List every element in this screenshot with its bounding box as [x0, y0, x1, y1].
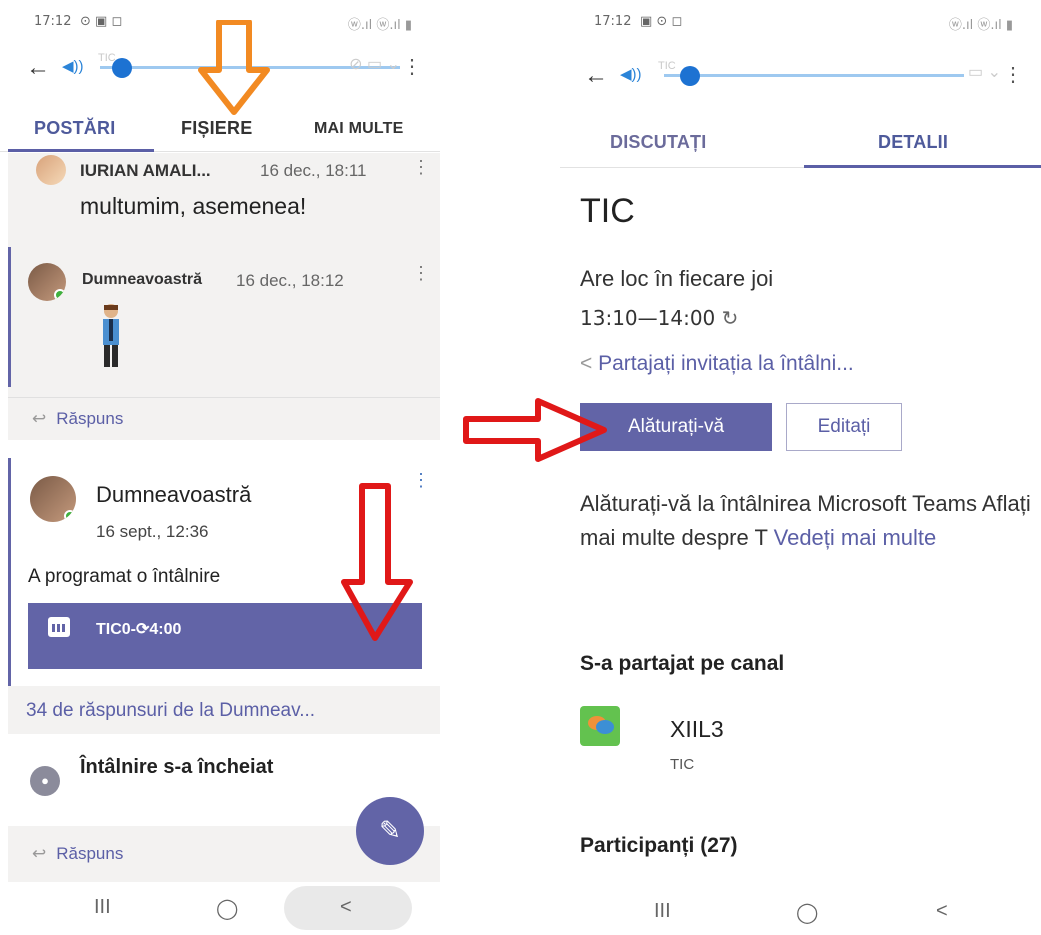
system-nav-bar: III ◯ < — [0, 882, 440, 935]
meeting-title: TIC0-⟳4:00 — [96, 621, 182, 638]
sticker-image — [103, 304, 119, 367]
back-arrow-icon[interactable]: ← — [26, 54, 50, 82]
back-icon[interactable]: < — [936, 900, 948, 923]
status-bar: 17:12 ▣ ⊙ ◻ ⓦ.ıl ⓦ.ıl ▮ — [560, 10, 1041, 33]
thread-1: IURIAN AMALI... 16 dec., 18:11 ⋮ multumi… — [8, 153, 440, 440]
tab-underline — [8, 149, 154, 152]
more-vert-icon[interactable]: ⋮ — [412, 157, 430, 178]
thread-indicator — [8, 458, 11, 686]
tab-posts[interactable]: POSTĂRI — [34, 118, 115, 139]
edit-button[interactable]: Editați — [786, 403, 902, 451]
compose-icon: ✎ — [379, 815, 401, 845]
speaker-icon[interactable]: ◀)) — [62, 57, 84, 75]
divider — [8, 397, 440, 398]
speaker-icon[interactable]: ◀)) — [620, 65, 642, 83]
home-icon[interactable]: ◯ — [216, 896, 238, 921]
share-icon: < — [580, 352, 593, 375]
recurrence-text: Are loc în fiecare joi — [580, 266, 774, 291]
post-time: 16 sept., 12:36 — [96, 522, 209, 541]
compose-button[interactable]: ✎ — [356, 797, 424, 865]
more-vert-icon[interactable]: ⋮ — [412, 263, 430, 284]
time-range-text: 13:10—14:00 — [580, 306, 716, 330]
tab-files[interactable]: FIȘIERE — [181, 118, 252, 139]
phone-channel-posts: 17:12 ⊙ ▣ ◻ ⓦ.ıl ⓦ.ıl ▮ ← ◀)) TIC ⊘ ▭ ⌄ … — [0, 0, 440, 935]
call-title: TIC — [658, 60, 676, 72]
recents-icon[interactable]: III — [654, 900, 671, 923]
meeting-tabs: DISCUTAȚI DETALII — [560, 118, 1041, 168]
meeting-title: TIC — [580, 192, 635, 230]
avatar — [36, 155, 66, 185]
time-range: 13:10—14:00 ↻ — [580, 306, 738, 330]
reply-author: Dumneavoastră — [82, 271, 203, 288]
home-icon[interactable]: ◯ — [796, 900, 818, 925]
tab-more[interactable]: MAI MULTE — [314, 120, 404, 138]
recurrence-icon: ↻ — [721, 306, 739, 330]
reply-time: 16 dec., 18:12 — [236, 271, 344, 290]
tab-details[interactable]: DETALII — [878, 132, 948, 153]
message-text: A programat o întâlnire — [28, 566, 221, 587]
status-time: 17:12 — [594, 14, 632, 29]
replies-link[interactable]: 34 de răspunsuri de la Dumneav... — [26, 700, 315, 722]
share-invite-text: Partajați invitația la întâlni... — [598, 352, 854, 375]
participants-heading[interactable]: Participanți (27) — [580, 834, 738, 858]
back-icon[interactable]: < — [340, 896, 352, 919]
signal-icon: ⓦ.ıl ⓦ.ıl ▮ — [347, 18, 412, 33]
reply-arrow-icon: ↩ — [32, 844, 47, 863]
red-annotation-arrow-right — [463, 398, 607, 462]
call-controls-icon[interactable]: ⊘ ▭ ⌄ — [349, 54, 400, 74]
volume-knob[interactable] — [680, 66, 700, 86]
tab-chat[interactable]: DISCUTAȚI — [610, 132, 706, 153]
tab-underline — [804, 165, 1041, 168]
back-arrow-icon[interactable]: ← — [584, 62, 608, 90]
calendar-icon — [48, 617, 70, 637]
see-more-link[interactable]: Vedeți mai multe — [774, 525, 937, 550]
reply-indicator — [8, 247, 11, 387]
author-name: IURIAN AMALI... — [80, 161, 211, 180]
message-text: multumim, asemenea! — [80, 193, 307, 219]
author-name: Dumneavoastră — [96, 482, 252, 507]
share-invite-link[interactable]: < Partajați invitația la întâlni... — [580, 352, 854, 376]
reply-label: Răspuns — [56, 844, 124, 863]
signal-icon: ⓦ.ıl ⓦ.ıl ▮ — [948, 18, 1013, 33]
more-vert-icon[interactable]: ⋮ — [402, 54, 422, 79]
call-bar: ← ◀)) TIC ▭ ⌄ ⋮ — [560, 56, 1041, 100]
call-controls-icon[interactable]: ▭ ⌄ — [968, 62, 1001, 82]
meeting-ended: Întâlnire s-a încheiat — [80, 756, 274, 778]
phone-meeting-details: 17:12 ▣ ⊙ ◻ ⓦ.ıl ⓦ.ıl ▮ ← ◀)) TIC ▭ ⌄ ⋮ … — [560, 0, 1041, 935]
meeting-description: Alăturați-vă la întâlnirea Microsoft Tea… — [580, 487, 1040, 555]
avatar — [28, 263, 66, 301]
orange-annotation-arrow — [198, 20, 270, 115]
system-nav-bar: III ◯ < — [560, 882, 1041, 935]
more-vert-icon[interactable]: ⋮ — [1003, 62, 1023, 87]
status-icons: ▣ ⊙ ◻ — [640, 14, 683, 29]
reply-button[interactable]: ↩ Răspuns — [32, 409, 123, 429]
volume-track[interactable] — [664, 74, 964, 77]
reply-button[interactable]: ↩ Răspuns — [32, 844, 123, 864]
volume-knob[interactable] — [112, 58, 132, 78]
reply-label: Răspuns — [56, 409, 124, 428]
channel-icon — [580, 706, 620, 746]
video-icon: ● — [30, 766, 60, 796]
status-time: 17:12 — [34, 14, 72, 29]
more-vert-icon[interactable]: ⋮ — [412, 470, 430, 491]
shared-channel-heading: S-a partajat pe canal — [580, 652, 785, 675]
team-name: TIC — [670, 756, 695, 773]
status-icons: ⊙ ▣ ◻ — [80, 14, 123, 29]
reply-arrow-icon: ↩ — [32, 409, 47, 428]
recents-icon[interactable]: III — [94, 896, 111, 919]
avatar — [30, 476, 76, 522]
red-annotation-arrow-down — [341, 483, 413, 641]
screenshot-composite: 17:12 ⊙ ▣ ◻ ⓦ.ıl ⓦ.ıl ▮ ← ◀)) TIC ⊘ ▭ ⌄ … — [0, 0, 1041, 935]
channel-name[interactable]: XIIL3 — [670, 716, 724, 743]
post-time: 16 dec., 18:11 — [260, 161, 367, 180]
